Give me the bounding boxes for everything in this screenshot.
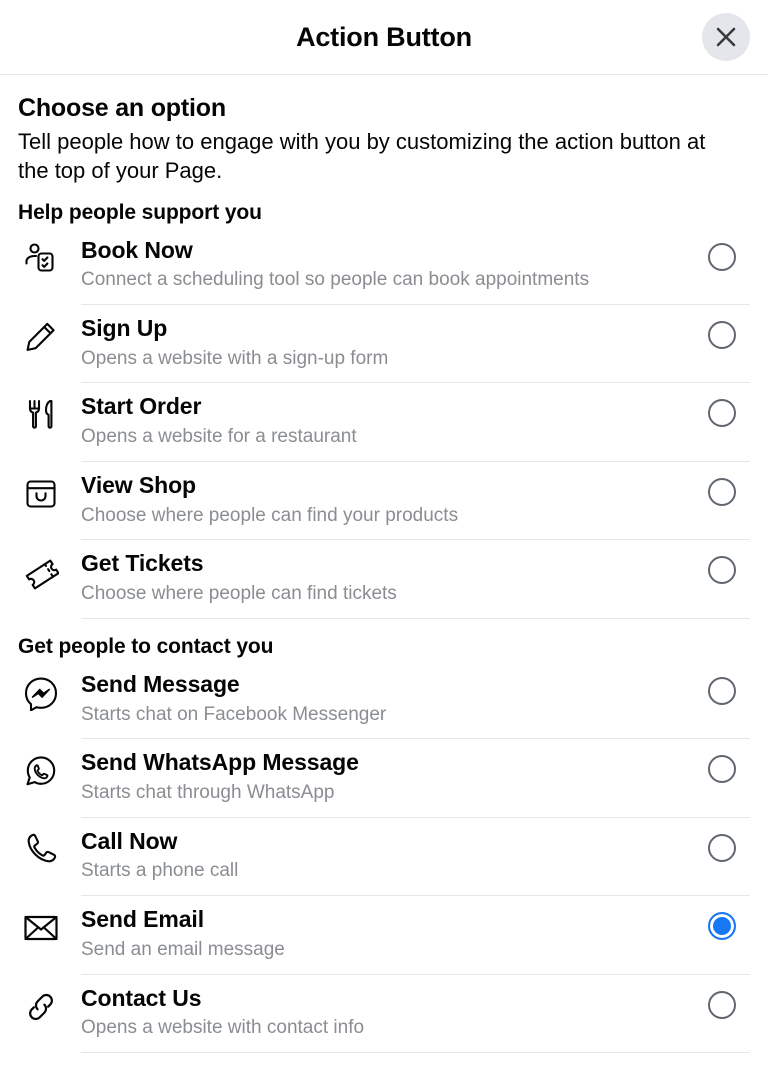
radio-button[interactable] [708, 755, 736, 784]
option-label: Contact Us [81, 984, 202, 1011]
section-description: Tell people how to engage with you by cu… [18, 128, 706, 183]
option-label: Start Order [81, 393, 202, 420]
radio-button[interactable] [708, 477, 736, 506]
option-label: Call Now [81, 827, 178, 854]
dialog-body: Choose an option Tell people how to enga… [0, 75, 768, 1080]
option-content: Call Now Starts a phone call [81, 818, 750, 897]
option-description: Opens a website with a sign-up form [81, 347, 389, 369]
option-content: Start Order Opens a website for a restaur… [81, 383, 750, 462]
option-text: Sign Up Opens a website with a sign-up fo… [81, 314, 708, 371]
option-label: Send Message [81, 670, 240, 697]
option-text: Contact Us Opens a website with contact i… [81, 984, 708, 1041]
radio-button-selected[interactable] [708, 912, 736, 941]
option-label: Book Now [81, 236, 193, 263]
option-content: Send Email Send an email message [81, 896, 750, 975]
option-description: Starts chat on Facebook Messenger [81, 703, 387, 725]
ticket-icon [18, 540, 64, 590]
radio-button[interactable] [708, 242, 736, 271]
option-text: Start Order Opens a website for a restaur… [81, 392, 708, 449]
option-row[interactable]: Call Now Starts a phone call [18, 818, 750, 897]
option-description: Starts chat through WhatsApp [81, 781, 335, 803]
pencil-icon [18, 305, 64, 355]
option-content: Send WhatsApp Message Starts chat through… [81, 739, 750, 818]
radio-button[interactable] [708, 399, 736, 428]
option-text: Book Now Connect a scheduling tool so peo… [81, 236, 708, 293]
option-label: Send Email [81, 906, 204, 933]
options-list: Help people support you Book Now Connect … [18, 201, 750, 1053]
option-description: Choose where people can find tickets [81, 583, 397, 605]
option-text: Get Tickets Choose where people can find … [81, 549, 708, 606]
option-row[interactable]: View Shop Choose where people can find yo… [18, 462, 750, 541]
option-label: Send WhatsApp Message [81, 749, 359, 776]
option-row[interactable]: Send WhatsApp Message Starts chat through… [18, 739, 750, 818]
fork-knife-icon [18, 383, 64, 433]
option-text: View Shop Choose where people can find yo… [81, 471, 708, 528]
radio-button[interactable] [708, 556, 736, 585]
radio-button[interactable] [708, 990, 736, 1019]
option-content: Sign Up Opens a website with a sign-up fo… [81, 305, 750, 384]
option-row[interactable]: Start Order Opens a website for a restaur… [18, 383, 750, 462]
option-row[interactable]: Contact Us Opens a website with contact i… [18, 975, 750, 1053]
section-title: Choose an option [18, 94, 226, 122]
option-description: Opens a website for a restaurant [81, 426, 357, 448]
option-row[interactable]: Send Email Send an email message [18, 896, 750, 975]
option-text: Send Email Send an email message [81, 905, 708, 962]
option-label: Sign Up [81, 315, 168, 341]
action-button-dialog: Action Button Choose an option Tell peop… [0, 0, 768, 1080]
option-description: Connect a scheduling tool so people can … [81, 269, 590, 291]
option-row[interactable]: Sign Up Opens a website with a sign-up fo… [18, 305, 750, 384]
option-description: Send an email message [81, 938, 285, 960]
option-row[interactable]: Book Now Connect a scheduling tool so peo… [18, 227, 750, 305]
option-content: View Shop Choose where people can find yo… [81, 462, 750, 541]
option-row[interactable]: Send Message Starts chat on Facebook Mess… [18, 661, 750, 740]
group-heading: Help people support you [18, 200, 262, 224]
option-text: Send Message Starts chat on Facebook Mess… [81, 670, 708, 727]
option-group: Help people support you Book Now Connect … [18, 201, 750, 619]
option-text: Call Now Starts a phone call [81, 827, 708, 884]
phone-icon [18, 818, 64, 868]
radio-button[interactable] [708, 321, 736, 349]
option-text: Send WhatsApp Message Starts chat through… [81, 748, 708, 805]
radio-button[interactable] [708, 833, 736, 862]
dialog-header: Action Button [0, 0, 768, 75]
close-button[interactable] [702, 13, 750, 61]
group-heading: Get people to contact you [18, 634, 274, 658]
radio-button[interactable] [708, 676, 736, 705]
option-content: Contact Us Opens a website with contact i… [81, 975, 750, 1053]
close-icon [713, 24, 739, 50]
option-content: Get Tickets Choose where people can find … [81, 540, 750, 619]
page-title: Action Button [296, 21, 472, 52]
option-description: Choose where people can find your produc… [81, 504, 459, 526]
whatsapp-icon [18, 739, 64, 789]
option-content: Send Message Starts chat on Facebook Mess… [81, 661, 750, 740]
messenger-icon [18, 661, 64, 711]
option-row[interactable]: Get Tickets Choose where people can find … [18, 540, 750, 619]
envelope-icon [18, 896, 64, 946]
link-icon [18, 975, 64, 1025]
option-content: Book Now Connect a scheduling tool so peo… [81, 227, 750, 305]
option-label: Get Tickets [81, 550, 204, 577]
option-description: Starts a phone call [81, 860, 239, 882]
option-group: Get people to contact you Send Message St… [18, 635, 750, 1053]
person-checklist-icon [18, 227, 64, 277]
option-description: Opens a website with contact info [81, 1017, 365, 1039]
option-label: View Shop [81, 471, 196, 498]
shopping-bag-icon [18, 462, 64, 512]
